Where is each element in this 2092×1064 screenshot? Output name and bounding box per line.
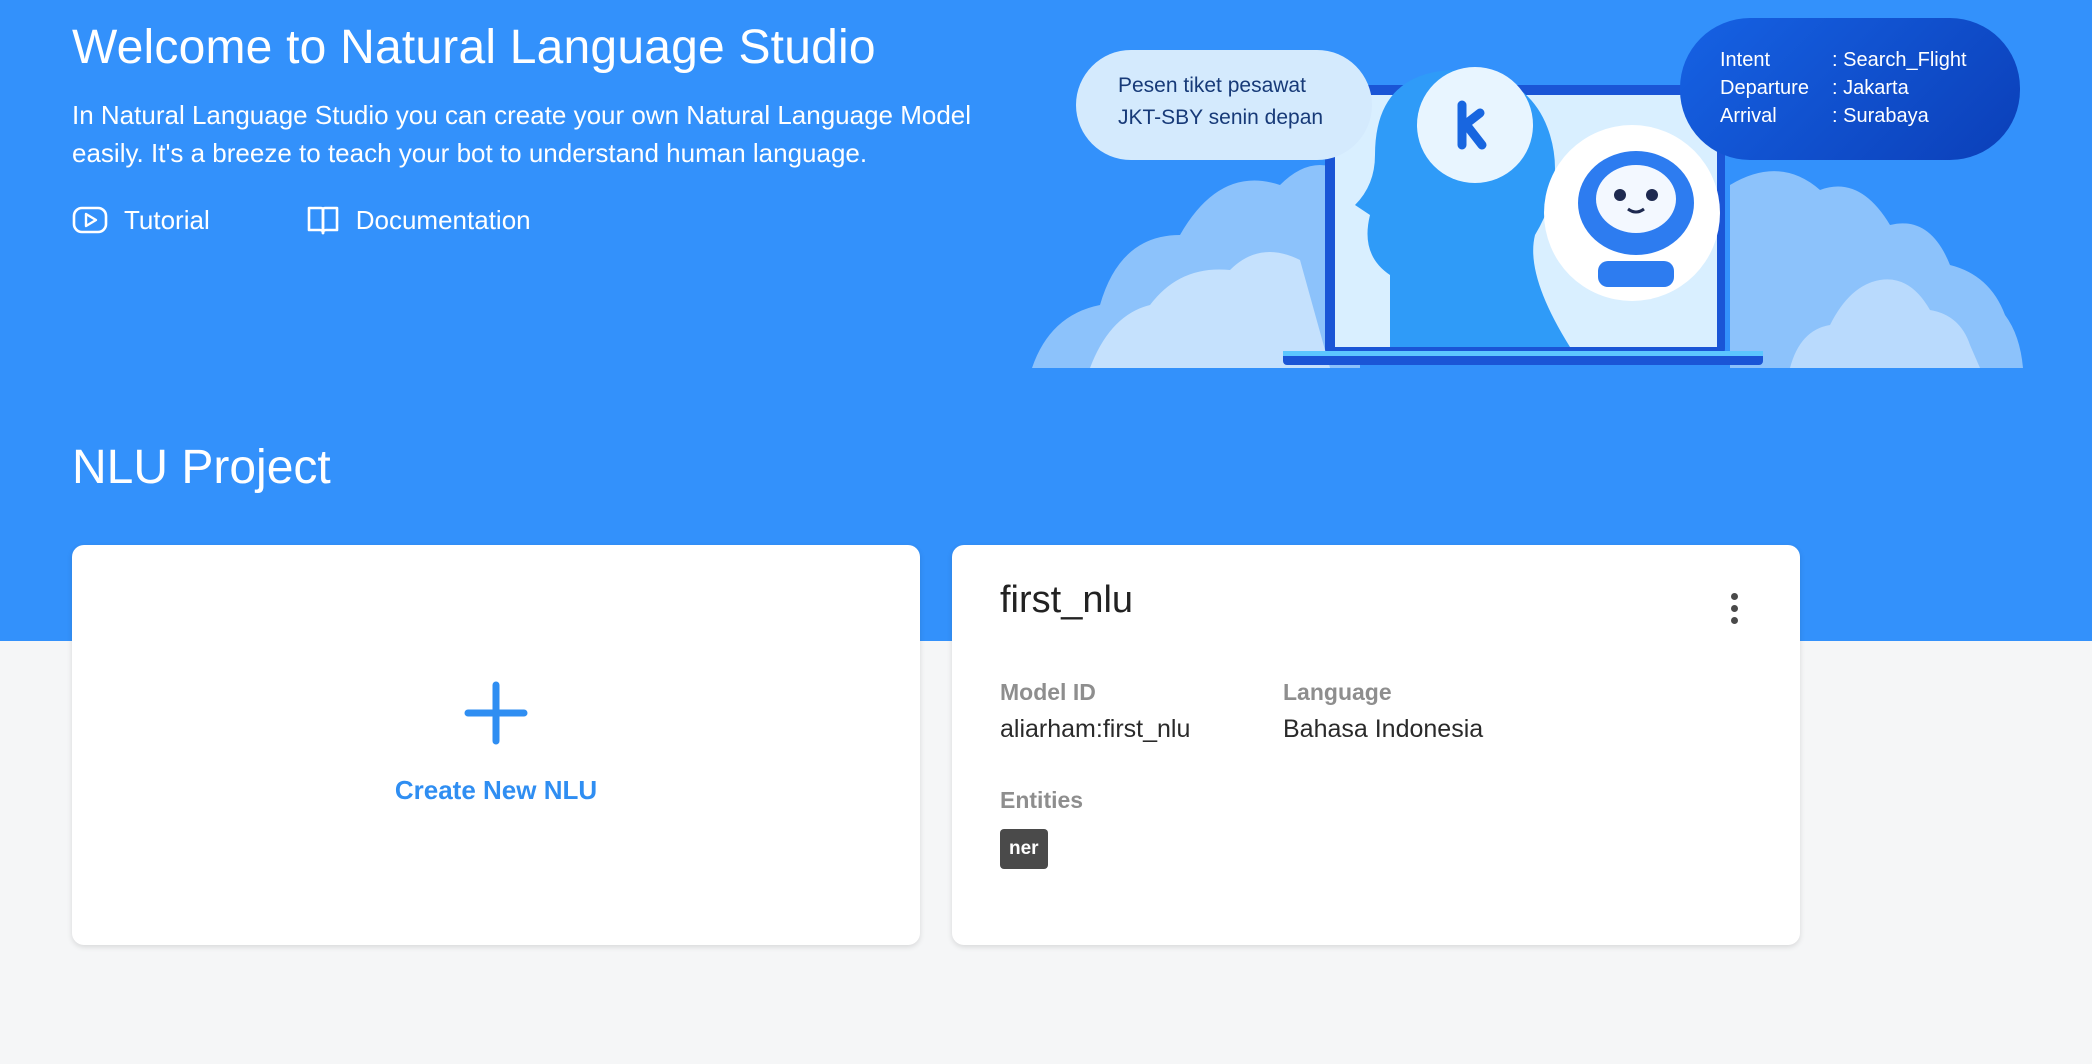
model-id-value: aliarham:first_nlu bbox=[1000, 715, 1191, 743]
parse-row-intent: Intent : Search_Flight bbox=[1720, 46, 2020, 74]
plus-icon bbox=[464, 681, 528, 745]
entity-tag: ner bbox=[1000, 829, 1048, 869]
play-circle-icon bbox=[72, 206, 108, 234]
create-nlu-label: Create New NLU bbox=[394, 775, 598, 805]
project-name: first_nlu bbox=[1000, 579, 1134, 621]
parse-key: Departure bbox=[1720, 77, 1809, 99]
hero-description: In Natural Language Studio you can creat… bbox=[72, 100, 972, 168]
page: Welcome to Natural Language Studio In Na… bbox=[0, 0, 2092, 1064]
language-value: Bahasa Indonesia bbox=[1283, 715, 1484, 743]
section-title: NLU Project bbox=[72, 441, 331, 494]
parse-value: : Surabaya bbox=[1832, 105, 1929, 127]
documentation-link[interactable]: Documentation bbox=[306, 204, 531, 236]
model-id-label: Model ID bbox=[1000, 679, 1096, 705]
tutorial-link[interactable]: Tutorial bbox=[72, 204, 210, 236]
tutorial-link-label: Tutorial bbox=[124, 204, 210, 235]
book-icon bbox=[307, 206, 339, 235]
page-title: Welcome to Natural Language Studio bbox=[72, 21, 876, 74]
parse-key: Arrival bbox=[1720, 105, 1777, 127]
user-utterance-bubble: Pesen tiket pesawat JKT-SBY senin depan bbox=[1076, 50, 1372, 160]
entities-label: Entities bbox=[1000, 787, 1084, 813]
hero-links: Tutorial Documentation bbox=[72, 204, 531, 236]
project-card[interactable]: first_nlu Model ID aliarham:first_nlu La… bbox=[952, 545, 1800, 945]
parse-row-arrival: Arrival : Surabaya bbox=[1720, 102, 2020, 130]
parse-row-departure: Departure : Jakarta bbox=[1720, 74, 2020, 102]
documentation-link-label: Documentation bbox=[355, 204, 531, 235]
more-options-icon[interactable] bbox=[1722, 593, 1746, 633]
parse-value: : Jakarta bbox=[1832, 77, 1909, 99]
parse-value: : Search_Flight bbox=[1832, 49, 1967, 71]
utterance-line-2: JKT-SBY senin depan bbox=[1118, 106, 1324, 129]
utterance-line-1: Pesen tiket pesawat bbox=[1118, 74, 1306, 97]
bot-parse-bubble: Intent : Search_Flight Departure : Jakar… bbox=[1680, 18, 2020, 160]
language-label: Language bbox=[1283, 679, 1392, 705]
create-nlu-card[interactable]: Create New NLU bbox=[72, 545, 920, 945]
parse-key: Intent bbox=[1720, 49, 1771, 71]
